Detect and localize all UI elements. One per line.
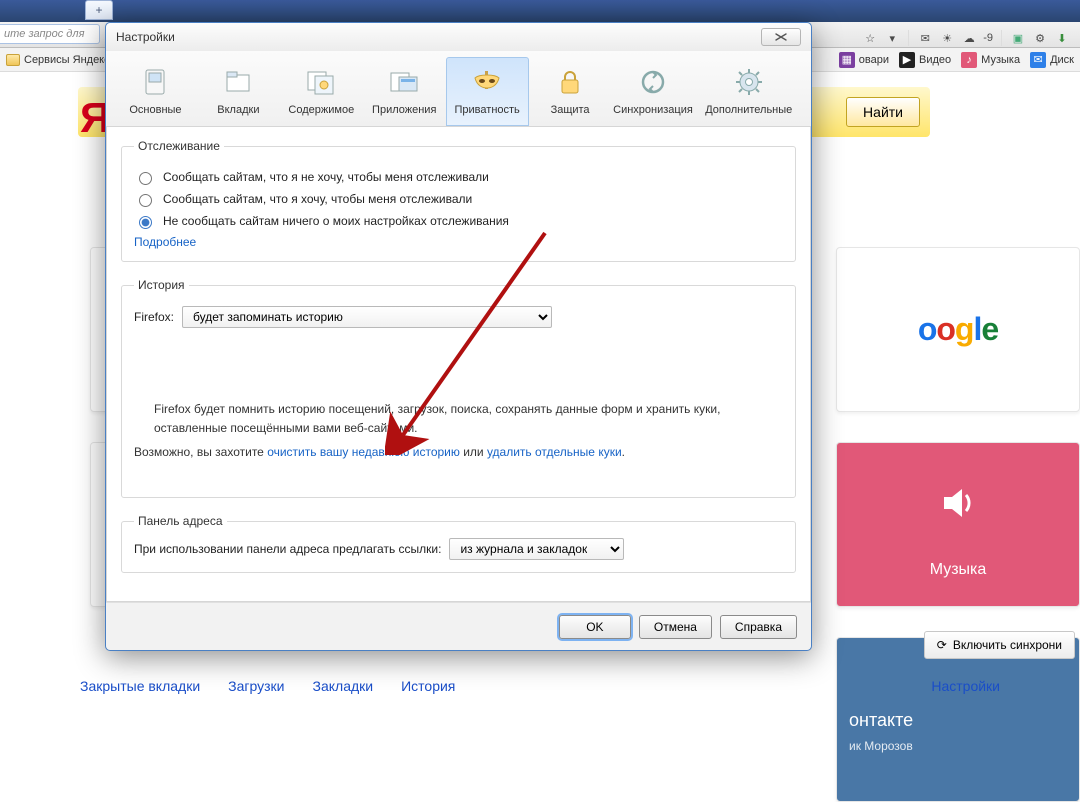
dialog-body: Отслеживание Сообщать сайтам, что я не х…: [106, 127, 811, 602]
history-explain: Firefox будет помнить историю посещений,…: [154, 400, 734, 437]
help-button[interactable]: Справка: [720, 615, 797, 639]
dialog-title: Настройки: [116, 30, 175, 44]
mail-icon[interactable]: ✉: [917, 30, 933, 46]
content-icon: [305, 66, 337, 98]
sync-icon: ⟳: [937, 638, 947, 652]
tab-privacy[interactable]: Приватность: [446, 57, 529, 126]
tracking-legend: Отслеживание: [134, 139, 224, 153]
close-icon: [770, 32, 792, 42]
address-bar-suggest-select[interactable]: из журнала и закладок: [449, 538, 624, 560]
dialog-footer: OK Отмена Справка: [106, 602, 811, 650]
apps-icon: [388, 66, 420, 98]
tab-general[interactable]: Основные: [114, 57, 197, 126]
gear-icon[interactable]: ⚙: [1032, 30, 1048, 46]
tracking-opt-no-preference[interactable]: Не сообщать сайтам ничего о моих настрой…: [134, 213, 783, 229]
radio-input[interactable]: [139, 194, 152, 207]
general-icon: [139, 66, 171, 98]
window-titlebar: [0, 0, 1080, 22]
tracking-opt-do-not-track[interactable]: Сообщать сайтам, что я не хочу, чтобы ме…: [134, 169, 783, 185]
weather-icon[interactable]: ☀: [939, 30, 955, 46]
bookmark-folder-yandex[interactable]: Сервисы Яндекс: [6, 54, 110, 66]
tab-applications[interactable]: Приложения: [363, 57, 446, 126]
tracking-learn-more-link[interactable]: Подробнее: [134, 235, 196, 249]
speed-dial-tile-music[interactable]: Музыка: [836, 442, 1080, 607]
history-group: История Firefox: будет запоминать истори…: [121, 278, 796, 498]
link-closed-tabs[interactable]: Закрытые вкладки: [80, 678, 200, 694]
yabar-market[interactable]: ▦овари: [839, 52, 889, 68]
music-icon: ♪: [961, 52, 977, 68]
tile-label: онтакте: [849, 710, 1067, 731]
tab-advanced[interactable]: Дополнительные: [694, 57, 803, 126]
dialog-titlebar[interactable]: Настройки: [106, 23, 811, 51]
disk-icon: ✉: [1030, 52, 1046, 68]
tab-tabs[interactable]: Вкладки: [197, 57, 280, 126]
address-bar-legend: Панель адреса: [134, 514, 227, 528]
dropdown-icon[interactable]: ▾: [884, 30, 900, 46]
lock-icon: [554, 66, 586, 98]
ok-button[interactable]: OK: [559, 615, 631, 639]
shield-icon[interactable]: ▣: [1010, 30, 1026, 46]
yabar-music[interactable]: ♪Музыка: [961, 52, 1020, 68]
tracking-group: Отслеживание Сообщать сайтам, что я не х…: [121, 139, 796, 262]
sync-icon: [637, 66, 669, 98]
play-icon: ▶: [899, 52, 915, 68]
enable-sync-button[interactable]: ⟳ Включить синхрони: [924, 631, 1075, 659]
download-icon[interactable]: ⬇: [1054, 30, 1070, 46]
folder-icon: [6, 54, 20, 66]
radio-input[interactable]: [139, 216, 152, 229]
tab-sync[interactable]: Синхронизация: [612, 57, 695, 126]
google-logo: oogle: [918, 311, 998, 348]
search-button[interactable]: Найти: [846, 97, 920, 127]
dialog-close-button[interactable]: [761, 28, 801, 46]
settings-dialog: Настройки Основные Вкладки Содержимое Пр…: [105, 22, 812, 651]
tab-content[interactable]: Содержимое: [280, 57, 363, 126]
speed-dial-tile-google[interactable]: oogle: [836, 247, 1080, 412]
bookmark-label: Сервисы Яндекс: [24, 54, 110, 66]
link-bookmarks[interactable]: Закладки: [313, 678, 374, 694]
gear-icon: [733, 66, 765, 98]
address-bar-label: При использовании панели адреса предлага…: [134, 542, 441, 556]
tile-label: Музыка: [930, 561, 987, 579]
button-label: Включить синхрони: [953, 638, 1062, 652]
tab-security[interactable]: Защита: [529, 57, 612, 126]
address-bar-group: Панель адреса При использовании панели а…: [121, 514, 796, 573]
cart-icon: ▦: [839, 52, 855, 68]
temperature: -9: [983, 32, 993, 44]
yabar-disk[interactable]: ✉Диск: [1030, 52, 1074, 68]
speed-dial-tile-vk[interactable]: онтакте ик Морозов: [836, 637, 1080, 802]
cancel-button[interactable]: Отмена: [639, 615, 712, 639]
history-mode-select[interactable]: будет запоминать историю: [182, 306, 552, 328]
cloud-icon[interactable]: ☁: [961, 30, 977, 46]
history-action-line: Возможно, вы захотите очистить вашу неда…: [134, 443, 783, 462]
tile-sublabel: ик Морозов: [849, 739, 1067, 753]
star-icon[interactable]: ☆: [862, 30, 878, 46]
privacy-mask-icon: [471, 66, 503, 98]
history-legend: История: [134, 278, 189, 292]
footer-links: Закрытые вкладки Загрузки Закладки Истор…: [80, 678, 1000, 694]
new-tab-button[interactable]: +: [85, 0, 113, 20]
speaker-icon: [938, 483, 978, 523]
toolbar-status-icons: ☆ ▾ ✉ ☀ ☁ -9 ▣ ⚙ ⬇: [862, 30, 1070, 46]
tracking-opt-do-track[interactable]: Сообщать сайтам, что я хочу, чтобы меня …: [134, 191, 783, 207]
radio-input[interactable]: [139, 172, 152, 185]
link-settings[interactable]: Настройки: [931, 678, 1000, 694]
dialog-tab-strip: Основные Вкладки Содержимое Приложения П…: [106, 51, 811, 127]
clear-recent-history-link[interactable]: очистить вашу недавнюю историю: [267, 445, 460, 459]
firefox-label: Firefox:: [134, 310, 174, 324]
yabar-video[interactable]: ▶Видео: [899, 52, 951, 68]
url-input[interactable]: ите запрос для по: [0, 24, 100, 44]
tabs-icon: [222, 66, 254, 98]
link-history[interactable]: История: [401, 678, 455, 694]
delete-cookies-link[interactable]: удалить отдельные куки: [487, 445, 622, 459]
link-downloads[interactable]: Загрузки: [228, 678, 284, 694]
